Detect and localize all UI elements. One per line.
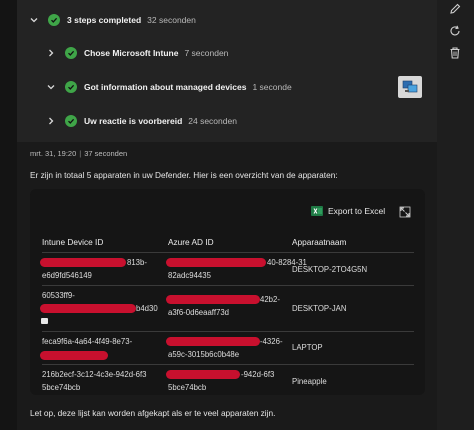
message-duration: 37 seconden [84,149,128,158]
cell-intune-id-line1: 813b- [127,258,147,267]
cell-intune-id-line1: 60533ff9- [42,291,75,300]
right-rail [437,0,474,430]
redaction-bar [166,337,260,346]
plugin-thumbnail[interactable] [398,76,422,98]
steps-summary-toggle[interactable]: 3 steps completed 32 seconden [28,10,196,30]
chevron-right-icon [45,115,57,127]
column-header-intune-id: Intune Device ID [42,237,104,247]
cell-azure-id-line1: -4326- [260,337,283,346]
chevron-down-icon [45,81,57,93]
export-to-excel-button[interactable]: Export to Excel [311,205,385,217]
chevron-right-icon [45,47,57,59]
redaction-bar [40,351,108,360]
cell-azure-id-line2: a3f6-0d6eaaff73d [168,308,229,317]
step-got-information[interactable]: Got information about managed devices 1 … [45,77,292,97]
message-date: mrt. 31, 19:20 [30,149,77,158]
step-title: Uw reactie is voorbereid [84,116,183,126]
cell-device-name: DESKTOP-JAN [292,304,347,313]
step-title: Got information about managed devices [84,82,247,92]
expand-icon[interactable] [399,205,411,218]
export-label: Export to Excel [328,206,386,216]
check-icon [65,81,77,93]
cell-azure-id-line1: 42b2- [260,295,280,304]
row-divider [42,364,414,365]
step-duration: 7 seconden [184,48,229,58]
step-title: 3 steps completed [67,15,142,25]
cell-azure-id-line1: -942d-6f3 [241,370,275,379]
excel-icon [311,205,323,217]
check-icon [65,115,77,127]
cell-azure-id-line2: 5bce74bcb [168,383,207,392]
step-title: Chose Microsoft Intune [84,48,179,58]
redaction-bar [166,258,266,267]
redaction-bar [40,304,136,313]
message-meta: mrt. 31, 19:20 | 37 seconden [30,149,127,158]
check-icon [48,14,60,26]
cell-intune-id-line1: feca9f6a-4a64-4f49-8e73- [42,337,133,346]
message-intro: Er zijn in totaal 5 apparaten in uw Defe… [30,170,338,180]
check-icon [65,47,77,59]
column-header-device-name: Apparaatnaam [292,237,347,247]
redaction-bar [40,258,126,267]
cell-azure-id-line2: a59c-3015b6c0b48e [168,350,240,359]
step-chose-intune[interactable]: Chose Microsoft Intune 7 seconden [45,43,228,63]
devices-table-card: Export to Excel Intune Device ID Azure A… [30,189,425,395]
cell-intune-id-line2: e6d9fd546149 [42,271,92,280]
row-divider [42,331,414,332]
step-duration: 24 seconden [188,116,237,126]
step-duration: 32 seconden [147,15,196,25]
cell-intune-id-line1: 216b2ecf-3c12-4c3e-942d-6f3 [42,370,147,379]
left-rail [0,0,17,430]
cell-intune-id-line2: 5bce74bcb [42,383,81,392]
chevron-down-icon [28,14,40,26]
delete-icon[interactable] [448,46,462,60]
row-divider [42,285,414,286]
cell-azure-id-line2: 82adc94435 [168,271,211,280]
header-divider [42,252,414,253]
redaction-mark [41,318,48,324]
redaction-bar [166,295,260,304]
cell-device-name: DESKTOP-2TO4G5N [292,265,368,274]
meta-separator: | [79,149,82,158]
cell-intune-id-line2: b4d30 [136,304,158,313]
message-footer: Let op, deze lijst kan worden afgekapt a… [30,408,276,418]
redaction-bar [166,370,240,379]
step-duration: 1 seconde [252,82,292,92]
cell-device-name: Pineapple [292,377,327,386]
edit-icon[interactable] [448,2,462,16]
step-response-prepared[interactable]: Uw reactie is voorbereid 24 seconden [45,111,237,131]
refresh-icon[interactable] [448,24,462,38]
column-header-azure-id: Azure AD ID [168,237,214,247]
cell-device-name: LAPTOP [292,343,323,352]
device-manager-icon [402,80,418,93]
